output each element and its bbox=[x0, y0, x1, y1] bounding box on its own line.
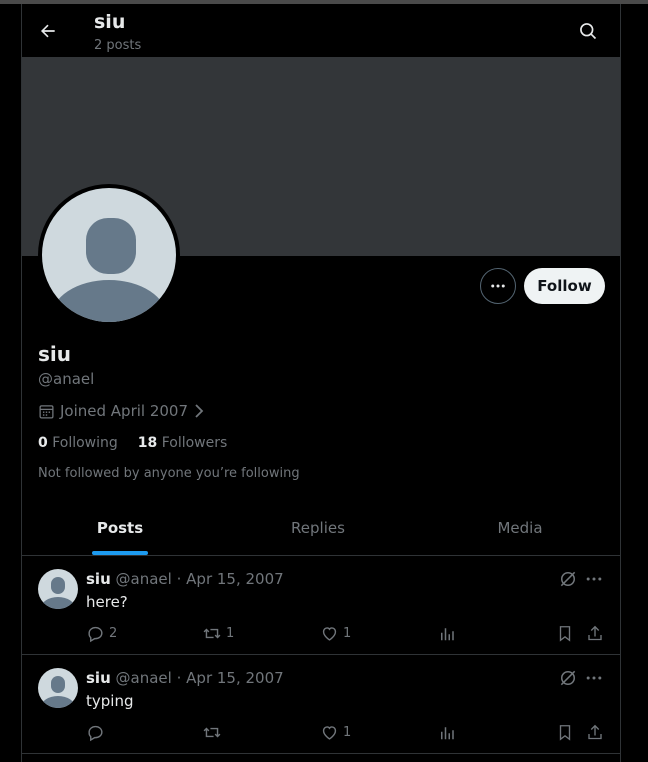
followers-link[interactable]: 18 Followers bbox=[138, 435, 228, 451]
share-icon bbox=[588, 724, 602, 739]
views-button[interactable] bbox=[438, 622, 456, 644]
post-avatar[interactable] bbox=[38, 569, 78, 609]
share-button[interactable] bbox=[586, 721, 604, 743]
more-horizontal-icon bbox=[586, 577, 602, 581]
like-count: 1 bbox=[343, 625, 352, 641]
tab-posts-label: Posts bbox=[96, 519, 144, 537]
reply-icon bbox=[88, 626, 103, 642]
following-count: 0 bbox=[38, 435, 48, 451]
grok-button[interactable] bbox=[558, 569, 578, 589]
bookmark-icon bbox=[559, 625, 571, 642]
post-header: siu @anael · Apr 15, 2007 bbox=[86, 570, 284, 588]
post-actions: 1 bbox=[86, 721, 606, 743]
post-more-button[interactable] bbox=[584, 668, 604, 688]
profile-header: siu 2 posts bbox=[22, 4, 620, 57]
bookmark-button[interactable] bbox=[556, 622, 574, 644]
profile-handle: @anael bbox=[38, 370, 95, 388]
profile-more-button[interactable] bbox=[480, 268, 516, 304]
like-count: 1 bbox=[343, 724, 352, 740]
post-author-name[interactable]: siu bbox=[86, 570, 111, 588]
reply-count: 2 bbox=[109, 625, 118, 641]
heart-icon bbox=[322, 626, 337, 641]
tab-posts[interactable]: Posts bbox=[22, 501, 218, 555]
bookmark-button[interactable] bbox=[556, 721, 574, 743]
post-header: siu @anael · Apr 15, 2007 bbox=[86, 669, 284, 687]
default-avatar-icon bbox=[51, 218, 167, 322]
post-date[interactable]: Apr 15, 2007 bbox=[186, 570, 284, 588]
more-horizontal-icon bbox=[491, 284, 505, 288]
default-avatar-icon bbox=[41, 676, 75, 708]
post-separator: · bbox=[176, 669, 182, 687]
post-item[interactable]: siu @anael · Apr 15, 2007 here? 2 1 1 bbox=[22, 556, 620, 655]
calendar-icon bbox=[39, 404, 54, 419]
following-link[interactable]: 0 Following bbox=[38, 435, 118, 451]
followers-you-know-note: Not followed by anyone you’re following bbox=[38, 466, 300, 481]
post-text: here? bbox=[86, 593, 128, 611]
grok-icon bbox=[560, 670, 576, 686]
arrow-left-icon bbox=[40, 24, 55, 38]
tab-replies-label: Replies bbox=[291, 519, 345, 537]
post-author-name[interactable]: siu bbox=[86, 669, 111, 687]
header-post-count: 2 posts bbox=[94, 38, 142, 53]
post-item[interactable]: siu @anael · Apr 15, 2007 typing 1 bbox=[22, 655, 620, 754]
post-date[interactable]: Apr 15, 2007 bbox=[186, 669, 284, 687]
chevron-right-icon bbox=[195, 404, 204, 418]
follow-button[interactable]: Follow bbox=[524, 268, 605, 304]
followers-label: Followers bbox=[161, 435, 228, 451]
share-button[interactable] bbox=[586, 622, 604, 644]
joined-date[interactable]: Joined April 2007 bbox=[38, 402, 205, 420]
analytics-icon bbox=[441, 726, 454, 739]
profile-tabs: Posts Replies Media bbox=[22, 501, 620, 556]
post-more-button[interactable] bbox=[584, 569, 604, 589]
reply-button[interactable] bbox=[86, 721, 109, 743]
share-icon bbox=[588, 625, 602, 640]
follow-counts: 0 Following 18 Followers bbox=[38, 435, 227, 451]
like-button[interactable]: 1 bbox=[320, 622, 351, 644]
joined-label: Joined April 2007 bbox=[60, 402, 189, 420]
grok-button[interactable] bbox=[558, 668, 578, 688]
grok-icon bbox=[560, 571, 576, 587]
repost-count: 1 bbox=[226, 625, 235, 641]
post-separator: · bbox=[176, 570, 182, 588]
default-avatar-icon bbox=[41, 577, 75, 609]
search-button[interactable] bbox=[574, 17, 602, 45]
tab-media-label: Media bbox=[497, 519, 543, 537]
heart-icon bbox=[322, 725, 337, 740]
repost-button[interactable]: 1 bbox=[202, 622, 234, 644]
bookmark-icon bbox=[559, 724, 571, 741]
post-author-handle[interactable]: @anael bbox=[116, 669, 172, 687]
repost-button[interactable] bbox=[202, 721, 226, 743]
repost-icon bbox=[203, 628, 221, 638]
more-horizontal-icon bbox=[586, 676, 602, 680]
followers-count: 18 bbox=[137, 435, 158, 451]
post-text: typing bbox=[86, 692, 134, 710]
views-button[interactable] bbox=[438, 721, 456, 743]
analytics-icon bbox=[441, 627, 454, 640]
profile-avatar[interactable] bbox=[38, 184, 180, 326]
reply-icon bbox=[88, 725, 103, 741]
like-button[interactable]: 1 bbox=[320, 721, 351, 743]
post-author-handle[interactable]: @anael bbox=[116, 570, 172, 588]
search-icon bbox=[580, 23, 597, 40]
header-title: siu bbox=[94, 11, 126, 33]
active-tab-indicator bbox=[92, 551, 148, 555]
post-actions: 2 1 1 bbox=[86, 622, 606, 644]
back-button[interactable] bbox=[34, 17, 62, 45]
reply-button[interactable]: 2 bbox=[86, 622, 117, 644]
tab-replies[interactable]: Replies bbox=[218, 501, 418, 555]
following-label: Following bbox=[52, 435, 118, 451]
profile-column: siu 2 posts Follow siu @anael Joined Apr… bbox=[21, 4, 621, 762]
repost-icon bbox=[203, 727, 221, 737]
tab-media[interactable]: Media bbox=[418, 501, 620, 555]
post-avatar[interactable] bbox=[38, 668, 78, 708]
profile-display-name: siu bbox=[38, 342, 71, 366]
